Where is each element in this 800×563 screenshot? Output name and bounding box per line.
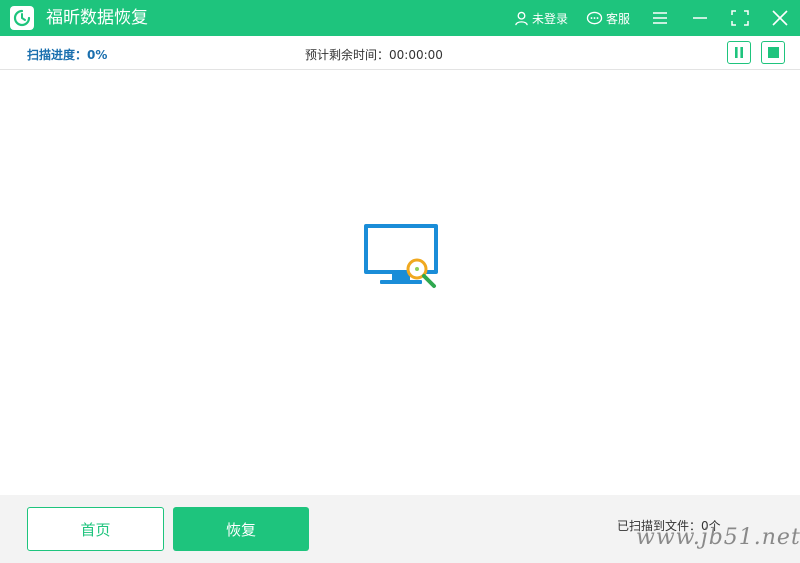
pause-button[interactable] xyxy=(727,41,751,64)
stop-icon xyxy=(767,47,779,58)
minimize-button[interactable] xyxy=(690,8,710,28)
scanning-monitor-icon xyxy=(364,224,438,288)
service-label: 客服 xyxy=(606,11,631,26)
pause-icon xyxy=(735,47,743,58)
scan-status-bar: 扫描进度：0% 预计剩余时间：00:00:00 xyxy=(0,36,800,70)
login-button[interactable]: 未登录 xyxy=(514,9,568,27)
customer-service-button[interactable]: 客服 xyxy=(586,9,630,27)
scan-results-area xyxy=(0,70,800,495)
maximize-icon xyxy=(731,10,749,26)
app-logo-icon xyxy=(10,6,34,30)
login-label: 未登录 xyxy=(532,11,569,26)
minimize-icon xyxy=(693,17,707,19)
menu-button[interactable] xyxy=(650,8,670,28)
watermark-text: www.jb51.net xyxy=(636,525,800,550)
scan-progress-label: 扫描进度：0% xyxy=(27,48,108,62)
recover-button[interactable]: 恢复 xyxy=(173,507,309,551)
user-icon xyxy=(515,11,528,25)
stop-button[interactable] xyxy=(761,41,785,64)
close-icon xyxy=(772,10,788,26)
remaining-time-label: 预计剩余时间：00:00:00 xyxy=(305,48,443,62)
menu-icon xyxy=(653,12,667,24)
maximize-button[interactable] xyxy=(730,8,750,28)
footer-bar: 首页 恢复 已扫描到文件：0个 www.jb51.net xyxy=(0,495,800,563)
close-button[interactable] xyxy=(770,8,790,28)
title-bar: 福昕数据恢复 未登录 客服 xyxy=(0,0,800,36)
app-title: 福昕数据恢复 xyxy=(46,8,148,28)
home-button[interactable]: 首页 xyxy=(27,507,164,551)
chat-icon xyxy=(586,11,603,24)
